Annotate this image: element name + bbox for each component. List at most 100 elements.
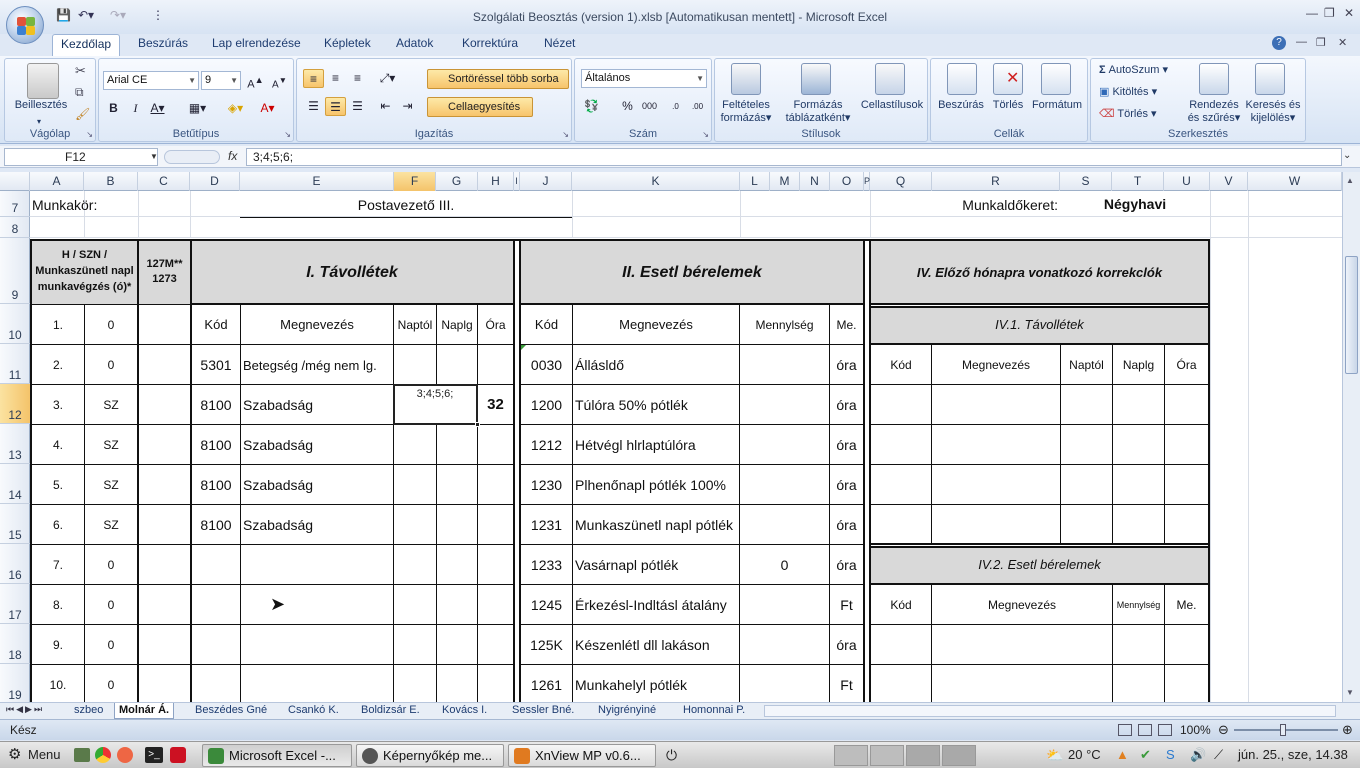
day-value[interactable]: SZ xyxy=(85,438,137,452)
horizontal-scrollbar[interactable] xyxy=(764,705,1336,717)
column-header[interactable]: M xyxy=(770,172,800,191)
wage-name[interactable]: Munkaszünetl napl pótlék xyxy=(575,517,739,533)
wage-unit[interactable]: Ft xyxy=(830,597,863,613)
zoom-out-icon[interactable]: ⊖ xyxy=(1218,720,1229,740)
clear-button[interactable]: ⌫ Törlés ▾ xyxy=(1099,108,1157,121)
day-number[interactable]: 4. xyxy=(32,438,84,452)
wage-unit[interactable]: óra xyxy=(830,477,863,493)
align-bottom-icon[interactable]: ≡ xyxy=(347,69,368,88)
tab-lap-elrendezese[interactable]: Lap elrendezése xyxy=(204,34,309,56)
column-header-selected[interactable]: F xyxy=(394,172,436,191)
column-header[interactable]: B xyxy=(84,172,138,191)
tab-kepletek[interactable]: Képletek xyxy=(316,34,379,56)
column-header[interactable]: V xyxy=(1210,172,1248,191)
delete-cells-button[interactable]: Törlés xyxy=(985,99,1031,112)
dialog-launcher-icon[interactable]: ↘ xyxy=(562,130,569,139)
paste-dropdown-icon[interactable]: ▾ xyxy=(31,115,47,128)
page-break-icon[interactable] xyxy=(1158,724,1172,736)
column-header[interactable]: S xyxy=(1060,172,1112,191)
wage-code[interactable]: 125K xyxy=(521,637,572,653)
day-value[interactable]: SZ xyxy=(85,398,137,412)
skype-icon[interactable]: S xyxy=(1166,742,1175,768)
align-top-icon[interactable]: ≡ xyxy=(303,69,324,88)
column-header[interactable]: J xyxy=(520,172,572,191)
day-value[interactable]: SZ xyxy=(85,518,137,532)
doc-close-icon[interactable]: ✕ xyxy=(1338,36,1347,49)
thousands-icon[interactable]: 000 xyxy=(639,97,660,116)
taskbar-item-screenshot[interactable]: Képernyőkép me... xyxy=(356,744,504,767)
wage-code[interactable]: 1245 xyxy=(521,597,572,613)
wage-unit[interactable]: óra xyxy=(830,557,863,573)
sheet-tab-active[interactable]: Molnár Á. xyxy=(114,703,175,719)
sheet-tab[interactable]: Homonnai P. xyxy=(683,703,755,719)
conditional-formatting-button[interactable]: Feltételes formázás▾ xyxy=(715,99,777,125)
row-header[interactable]: 9 xyxy=(0,238,30,304)
files-icon[interactable] xyxy=(74,748,90,762)
absence-code[interactable]: 8100 xyxy=(192,477,240,493)
day-number[interactable]: 8. xyxy=(32,598,84,612)
day-number[interactable]: 5. xyxy=(32,478,84,492)
increase-indent-icon[interactable]: ⇥ xyxy=(397,97,418,116)
scroll-down-icon[interactable]: ▼ xyxy=(1346,688,1354,697)
absence-name[interactable]: Szabadság xyxy=(243,517,393,533)
wage-unit[interactable]: óra xyxy=(830,357,863,373)
vlc-tray-icon[interactable]: ▲ xyxy=(1116,742,1129,768)
keret-value[interactable]: Négyhavi xyxy=(1060,196,1210,212)
row-header[interactable]: 15 xyxy=(0,504,30,544)
sheet-tab[interactable]: Nyigrényiné xyxy=(598,703,656,719)
absence-name[interactable]: Szabadság xyxy=(243,477,393,493)
absence-name[interactable]: Szabadság xyxy=(243,397,393,413)
fill-button[interactable]: ▣ Kitöltés ▾ xyxy=(1099,86,1157,99)
currency-icon[interactable]: 💱 xyxy=(581,97,602,116)
wage-name[interactable]: Hétvégl hlrlaptúlóra xyxy=(575,437,739,453)
workspace-3[interactable] xyxy=(906,745,940,766)
munkakor-value[interactable]: Postavezető III. xyxy=(240,197,572,213)
wage-unit[interactable]: óra xyxy=(830,637,863,653)
day-number[interactable]: 3. xyxy=(32,398,84,412)
day-value[interactable]: 0 xyxy=(85,678,137,692)
cut-icon[interactable]: ✂ xyxy=(75,63,86,79)
vertical-scrollbar[interactable]: ▲ ▼ xyxy=(1342,172,1360,702)
column-header[interactable]: K xyxy=(572,172,740,191)
column-header[interactable]: E xyxy=(240,172,394,191)
row-header[interactable]: 13 xyxy=(0,424,30,464)
tab-kezdolap[interactable]: Kezdőlap xyxy=(52,34,121,56)
absence-code[interactable]: 8100 xyxy=(192,397,240,413)
grow-font-button[interactable]: A▲ xyxy=(245,71,266,91)
decrease-indent-icon[interactable]: ⇤ xyxy=(375,97,396,116)
wage-code[interactable]: 1231 xyxy=(521,517,572,533)
wage-unit[interactable]: óra xyxy=(830,437,863,453)
wage-code[interactable]: 1212 xyxy=(521,437,572,453)
chrome-icon[interactable] xyxy=(95,747,111,763)
column-header[interactable]: G xyxy=(436,172,478,191)
absence-code[interactable]: 8100 xyxy=(192,517,240,533)
formula-input[interactable]: 3;4;5;6; xyxy=(246,148,1342,166)
close-icon[interactable]: ✕ xyxy=(1344,6,1354,20)
terminal-icon[interactable]: >_ xyxy=(145,747,163,763)
opera-icon[interactable] xyxy=(170,747,186,763)
row-header[interactable]: 14 xyxy=(0,464,30,504)
day-number[interactable]: 6. xyxy=(32,518,84,532)
workspace-1[interactable] xyxy=(834,745,868,766)
tab-nezet[interactable]: Nézet xyxy=(536,34,583,56)
row-header[interactable]: 7 xyxy=(0,191,30,217)
format-painter-icon[interactable]: 🖌 xyxy=(75,107,90,121)
insert-function-icon[interactable]: fx xyxy=(228,149,237,163)
wage-unit[interactable]: Ft xyxy=(830,677,863,693)
doc-minimize-icon[interactable]: — xyxy=(1296,36,1307,48)
power-icon[interactable]: ⏻ xyxy=(666,742,677,768)
align-center-icon[interactable]: ☰ xyxy=(325,97,346,116)
merge-cells-button[interactable]: Cellaegyesítés xyxy=(427,97,533,117)
expand-formula-bar-icon[interactable]: ⌄ xyxy=(1343,150,1351,161)
day-number[interactable]: 1. xyxy=(32,318,84,332)
wage-name[interactable]: Állásldő xyxy=(575,357,739,373)
day-value[interactable]: SZ xyxy=(85,478,137,492)
taskbar-item-excel[interactable]: Microsoft Excel -... xyxy=(202,744,352,767)
row-header[interactable]: 11 xyxy=(0,344,30,384)
underline-button[interactable]: A▾ xyxy=(147,99,168,118)
font-size-combo[interactable]: 9 ▼ xyxy=(201,71,241,90)
active-cell[interactable]: 3;4;5;6; xyxy=(393,384,480,427)
zoom-level[interactable]: 100% xyxy=(1180,720,1211,740)
format-cells-button[interactable]: Formátum xyxy=(1029,99,1085,112)
tab-adatok[interactable]: Adatok xyxy=(388,34,441,56)
